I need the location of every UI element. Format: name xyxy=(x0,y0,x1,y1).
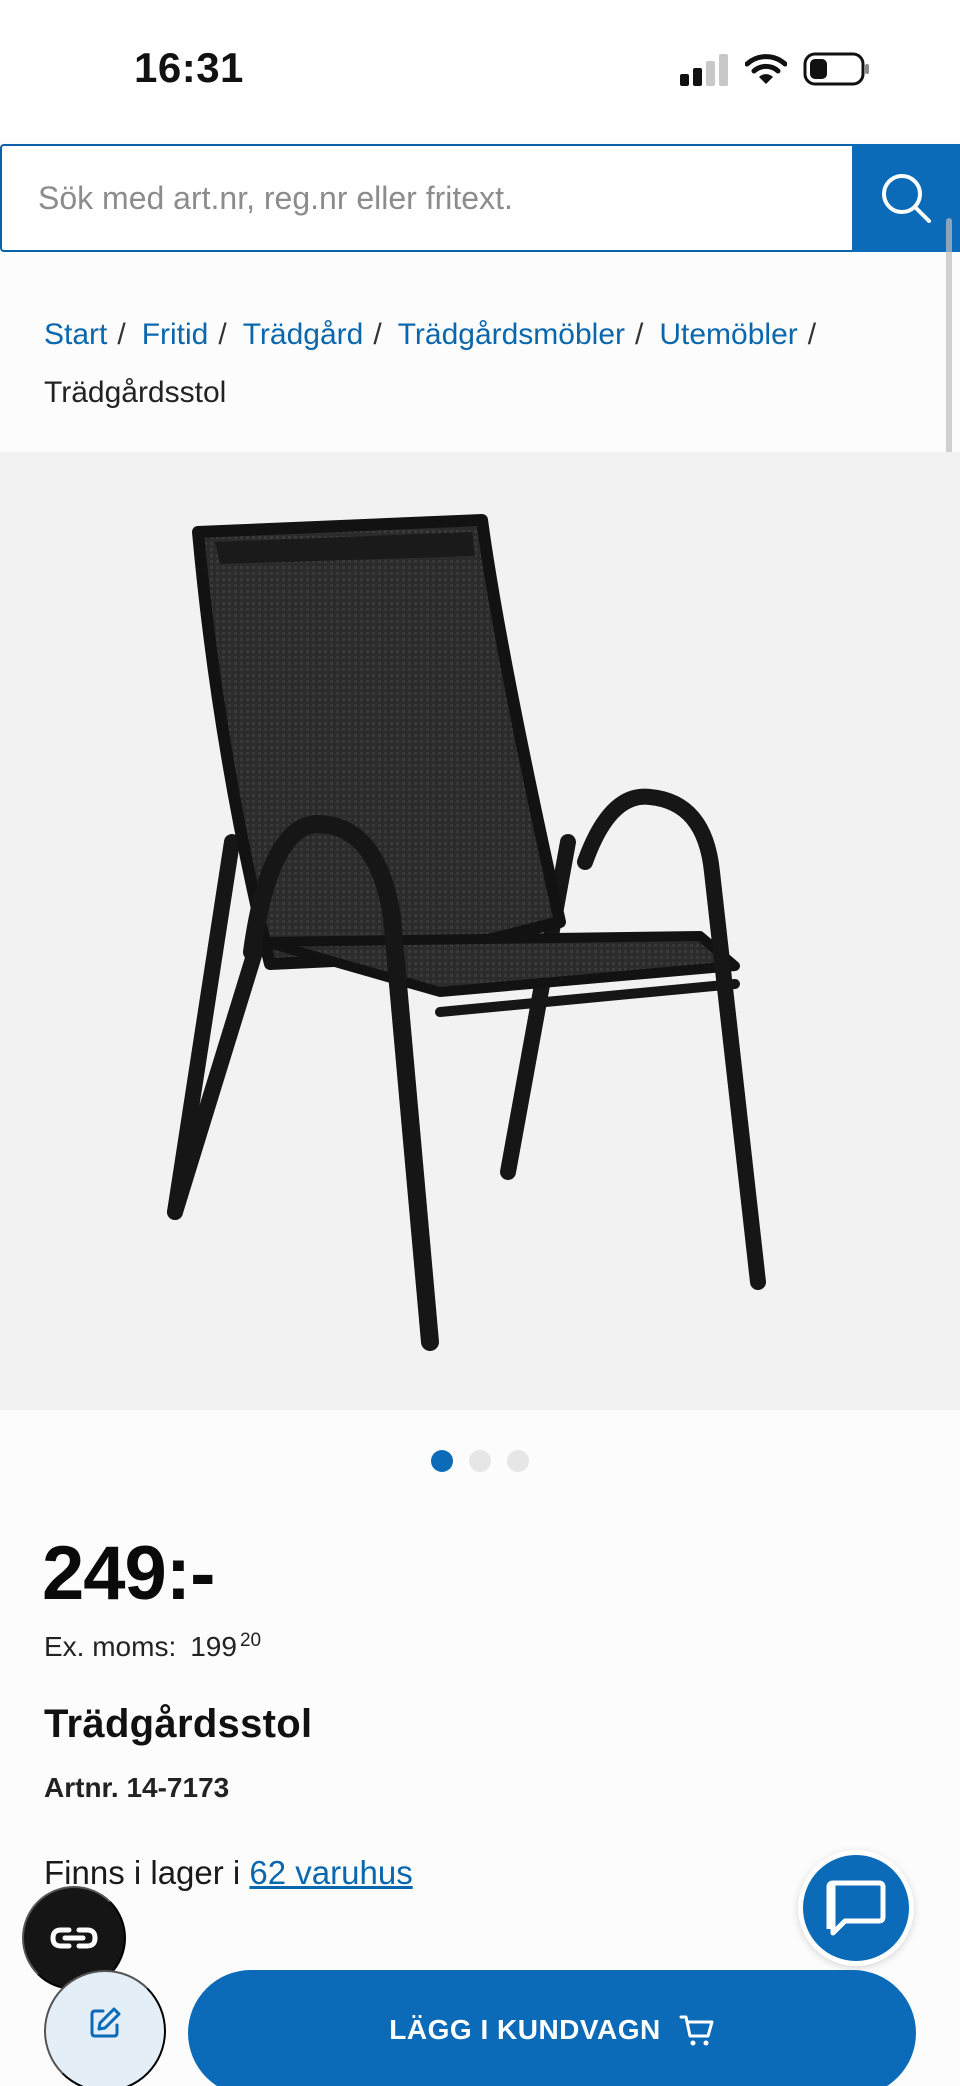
breadcrumb-link-tradgardsmobler[interactable]: Trädgårdsmöbler xyxy=(398,318,625,351)
cart-icon xyxy=(679,2015,714,2046)
breadcrumb-link-start[interactable]: Start xyxy=(44,318,107,351)
product-title: Trädgårdsstol xyxy=(44,1702,313,1746)
product-image-gallery[interactable] xyxy=(0,452,960,1410)
breadcrumb: Start / Fritid / Trädgård / Trädgårdsmöbler / Ut… xyxy=(44,306,924,422)
search-button[interactable] xyxy=(852,144,960,252)
stock-status: Finns i lager i 62 varuhus xyxy=(44,1854,413,1892)
status-time: 16:31 xyxy=(134,44,244,91)
search-bar xyxy=(0,144,960,254)
product-image xyxy=(167,514,766,1351)
breadcrumb-link-fritid[interactable]: Fritid xyxy=(142,318,209,351)
ex-vat-label: Ex. moms: xyxy=(44,1631,177,1662)
article-number: Artnr. 14-7173 xyxy=(44,1772,230,1803)
breadcrumb-current: Trädgårdsstol xyxy=(44,376,227,409)
ex-vat-value: 199 xyxy=(190,1631,237,1662)
store-availability-link[interactable]: 62 varuhus xyxy=(249,1854,412,1891)
price-ex-vat: Ex. moms: 199 20 xyxy=(44,1630,261,1663)
product-price: 249:- xyxy=(42,1531,215,1616)
gallery-dot-1[interactable] xyxy=(431,1450,453,1472)
cookie-settings-icon xyxy=(50,1927,98,1949)
edit-icon xyxy=(90,2007,121,2038)
ex-vat-decimals: 20 xyxy=(239,1630,262,1651)
cellular-signal-icon xyxy=(680,54,730,86)
add-to-cart-label: LÄGG I KUNDVAGN xyxy=(389,2014,661,2045)
breadcrumb-link-utemobler[interactable]: Utemöbler xyxy=(659,318,797,351)
search-icon xyxy=(882,174,931,223)
breadcrumb-separator: / xyxy=(807,318,817,351)
breadcrumb-link-tradgard[interactable]: Trädgård xyxy=(243,318,364,351)
breadcrumb-separator: / xyxy=(218,318,227,351)
breadcrumb-separator: / xyxy=(117,318,126,351)
gallery-dot-3[interactable] xyxy=(507,1450,529,1472)
breadcrumb-separator: / xyxy=(635,318,644,351)
gallery-dot-2[interactable] xyxy=(469,1450,491,1472)
edit-button[interactable] xyxy=(44,1970,166,2086)
battery-icon xyxy=(803,52,869,86)
status-bar: 16:31 xyxy=(0,0,960,140)
search-input[interactable] xyxy=(0,144,852,252)
add-to-cart-button[interactable]: LÄGG I KUNDVAGN xyxy=(188,1970,916,2086)
gallery-pagination xyxy=(0,1450,960,1474)
wifi-icon xyxy=(745,54,787,84)
chat-button[interactable] xyxy=(798,1850,914,1966)
chat-icon xyxy=(826,1880,886,1936)
breadcrumb-separator: / xyxy=(373,318,382,351)
